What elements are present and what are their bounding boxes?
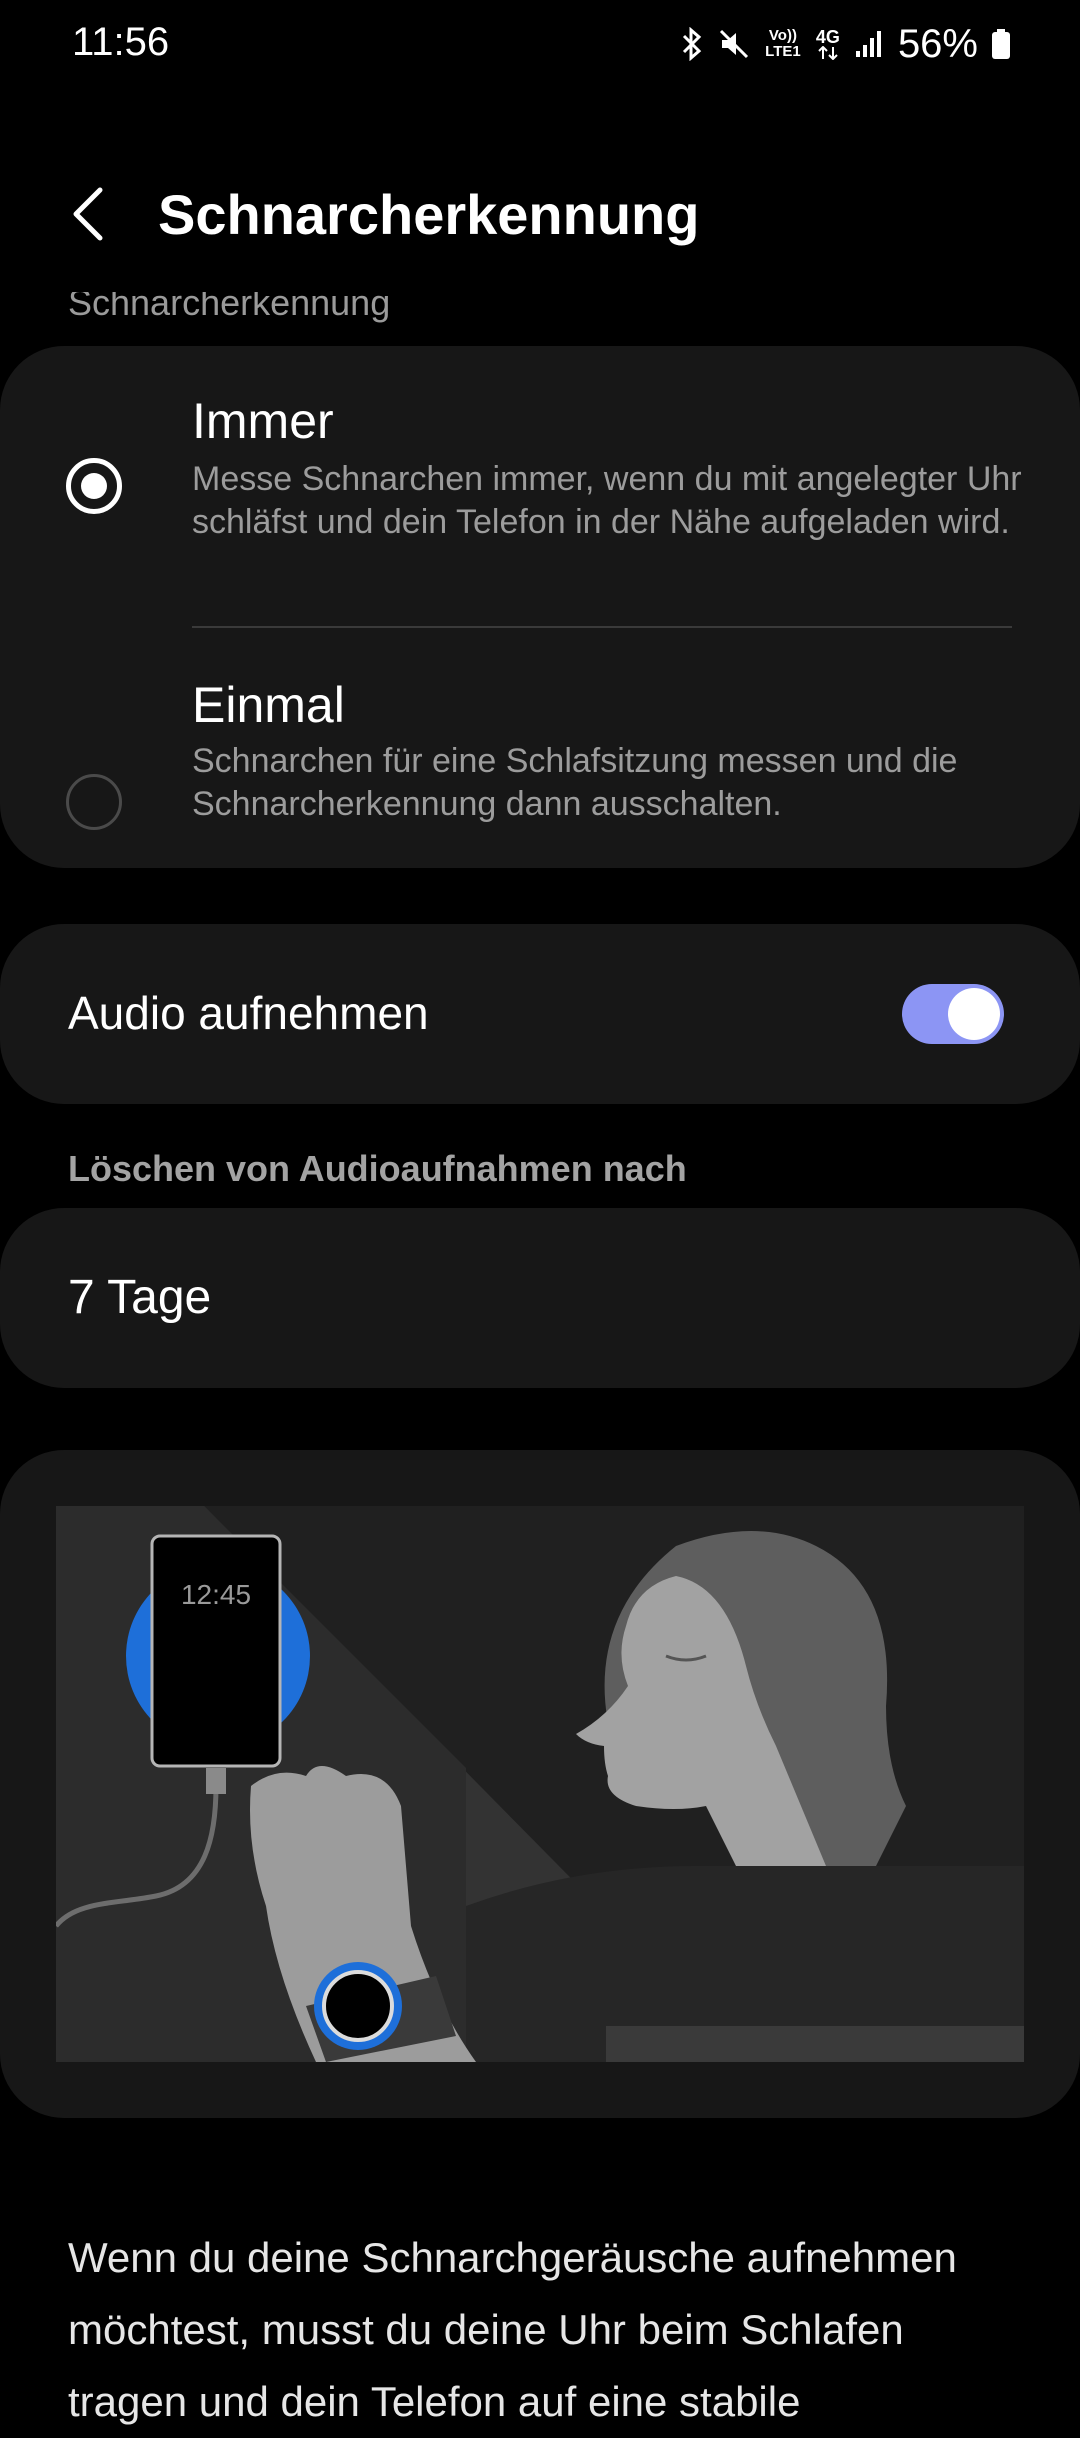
status-time: 11:56 bbox=[72, 20, 170, 64]
app-header: Schnarcherkennung bbox=[0, 160, 1080, 270]
option-title: Einmal bbox=[192, 677, 345, 733]
section-label-detection: Schnarcherkennung bbox=[68, 282, 391, 323]
record-audio-label: Audio aufnehmen bbox=[68, 987, 429, 1039]
option-always[interactable]: Immer Messe Schnarchen immer, wenn du mi… bbox=[0, 346, 1080, 626]
network-type: 4G bbox=[815, 27, 840, 47]
sleep-illustration: 12:45 bbox=[56, 1506, 1024, 2062]
mute-icon bbox=[718, 28, 750, 60]
signal-icon bbox=[854, 29, 884, 59]
record-audio-row[interactable]: Audio aufnehmen bbox=[0, 924, 1080, 1104]
option-description: Schnarchen für eine Schlafsitzung messen… bbox=[192, 742, 958, 823]
status-icons: Vo)) LTE1 4G 56% bbox=[680, 18, 1010, 70]
radio-selected-icon[interactable] bbox=[66, 458, 122, 514]
delete-after-value: 7 Tage bbox=[68, 1271, 212, 1324]
record-audio-toggle[interactable] bbox=[902, 984, 1004, 1044]
battery-percent: 56% bbox=[897, 21, 978, 66]
delete-after-selector[interactable]: 7 Tage bbox=[0, 1208, 1080, 1388]
illustration-card: 12:45 bbox=[0, 1450, 1080, 2118]
blanket-shape bbox=[606, 2026, 1024, 2062]
phone-shape bbox=[150, 1534, 282, 1768]
phone-plug bbox=[206, 1768, 226, 1794]
page-title: Schnarcherkennung bbox=[158, 183, 700, 246]
delete-after-label: Löschen von Audioaufnahmen nach bbox=[68, 1148, 687, 1189]
bluetooth-icon bbox=[680, 27, 704, 61]
detection-mode-card: Immer Messe Schnarchen immer, wenn du mi… bbox=[0, 346, 1080, 868]
divider bbox=[192, 626, 1012, 628]
watch-face bbox=[322, 1970, 394, 2042]
option-description: Messe Schnarchen immer, wenn du mit ange… bbox=[192, 460, 1022, 541]
volte-icon: Vo)) LTE1 bbox=[765, 27, 801, 60]
toggle-knob bbox=[948, 988, 1000, 1040]
info-text: Wenn du deine Schnarchgeräusche aufnehme… bbox=[68, 2234, 957, 2425]
radio-unselected-icon[interactable] bbox=[66, 774, 122, 830]
back-button[interactable] bbox=[56, 178, 120, 250]
phone-clock: 12:45 bbox=[181, 1579, 251, 1610]
option-title: Immer bbox=[192, 393, 334, 449]
battery-icon bbox=[992, 29, 1010, 59]
back-arrow-icon bbox=[73, 187, 103, 241]
4g-icon: 4G bbox=[816, 28, 840, 60]
option-once[interactable]: Einmal Schnarchen für eine Schlafsitzung… bbox=[0, 638, 1080, 868]
status-bar: 11:56 Vo)) LTE1 4G 56% bbox=[0, 0, 1080, 90]
